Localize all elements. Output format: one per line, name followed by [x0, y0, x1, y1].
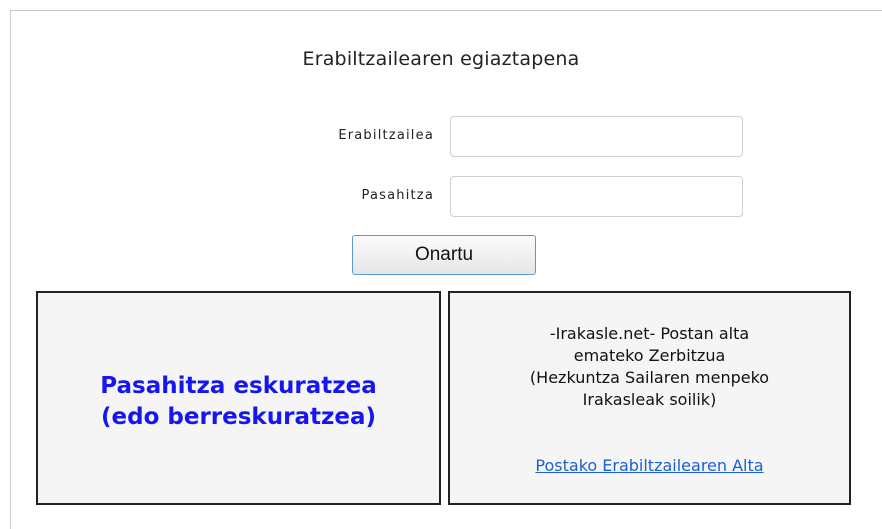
password-row: Pasahitza	[0, 176, 882, 218]
password-input[interactable]	[450, 176, 743, 217]
description-line: -Irakasle.net- Postan alta	[549, 324, 750, 343]
username-row: Erabiltzailea	[0, 116, 882, 158]
recover-line-1: Pasahitza eskuratzea	[100, 373, 377, 399]
recover-line-2: (edo berreskuratzea)	[101, 404, 376, 430]
username-label: Erabiltzailea	[338, 128, 434, 143]
username-input[interactable]	[450, 116, 743, 157]
page-title: Erabiltzailearen egiaztapena	[302, 48, 580, 70]
mail-user-signup-link[interactable]: Postako Erabiltzailearen Alta	[450, 456, 849, 475]
submit-button[interactable]: Onartu	[352, 235, 536, 275]
password-label: Pasahitza	[361, 188, 434, 203]
mail-signup-panel: -Irakasle.net- Postan alta emateko Zerbi…	[448, 291, 851, 505]
recover-password-link[interactable]: Pasahitza eskuratzea (edo berreskuratzea…	[38, 371, 439, 433]
description-line: (Hezkuntza Sailaren menpeko	[529, 368, 770, 387]
recover-password-panel: Pasahitza eskuratzea (edo berreskuratzea…	[36, 291, 441, 505]
description-line: Irakasleak soilik)	[582, 390, 717, 409]
mail-service-description: -Irakasle.net- Postan alta emateko Zerbi…	[450, 323, 849, 411]
description-line: emateko Zerbitzua	[573, 346, 726, 365]
